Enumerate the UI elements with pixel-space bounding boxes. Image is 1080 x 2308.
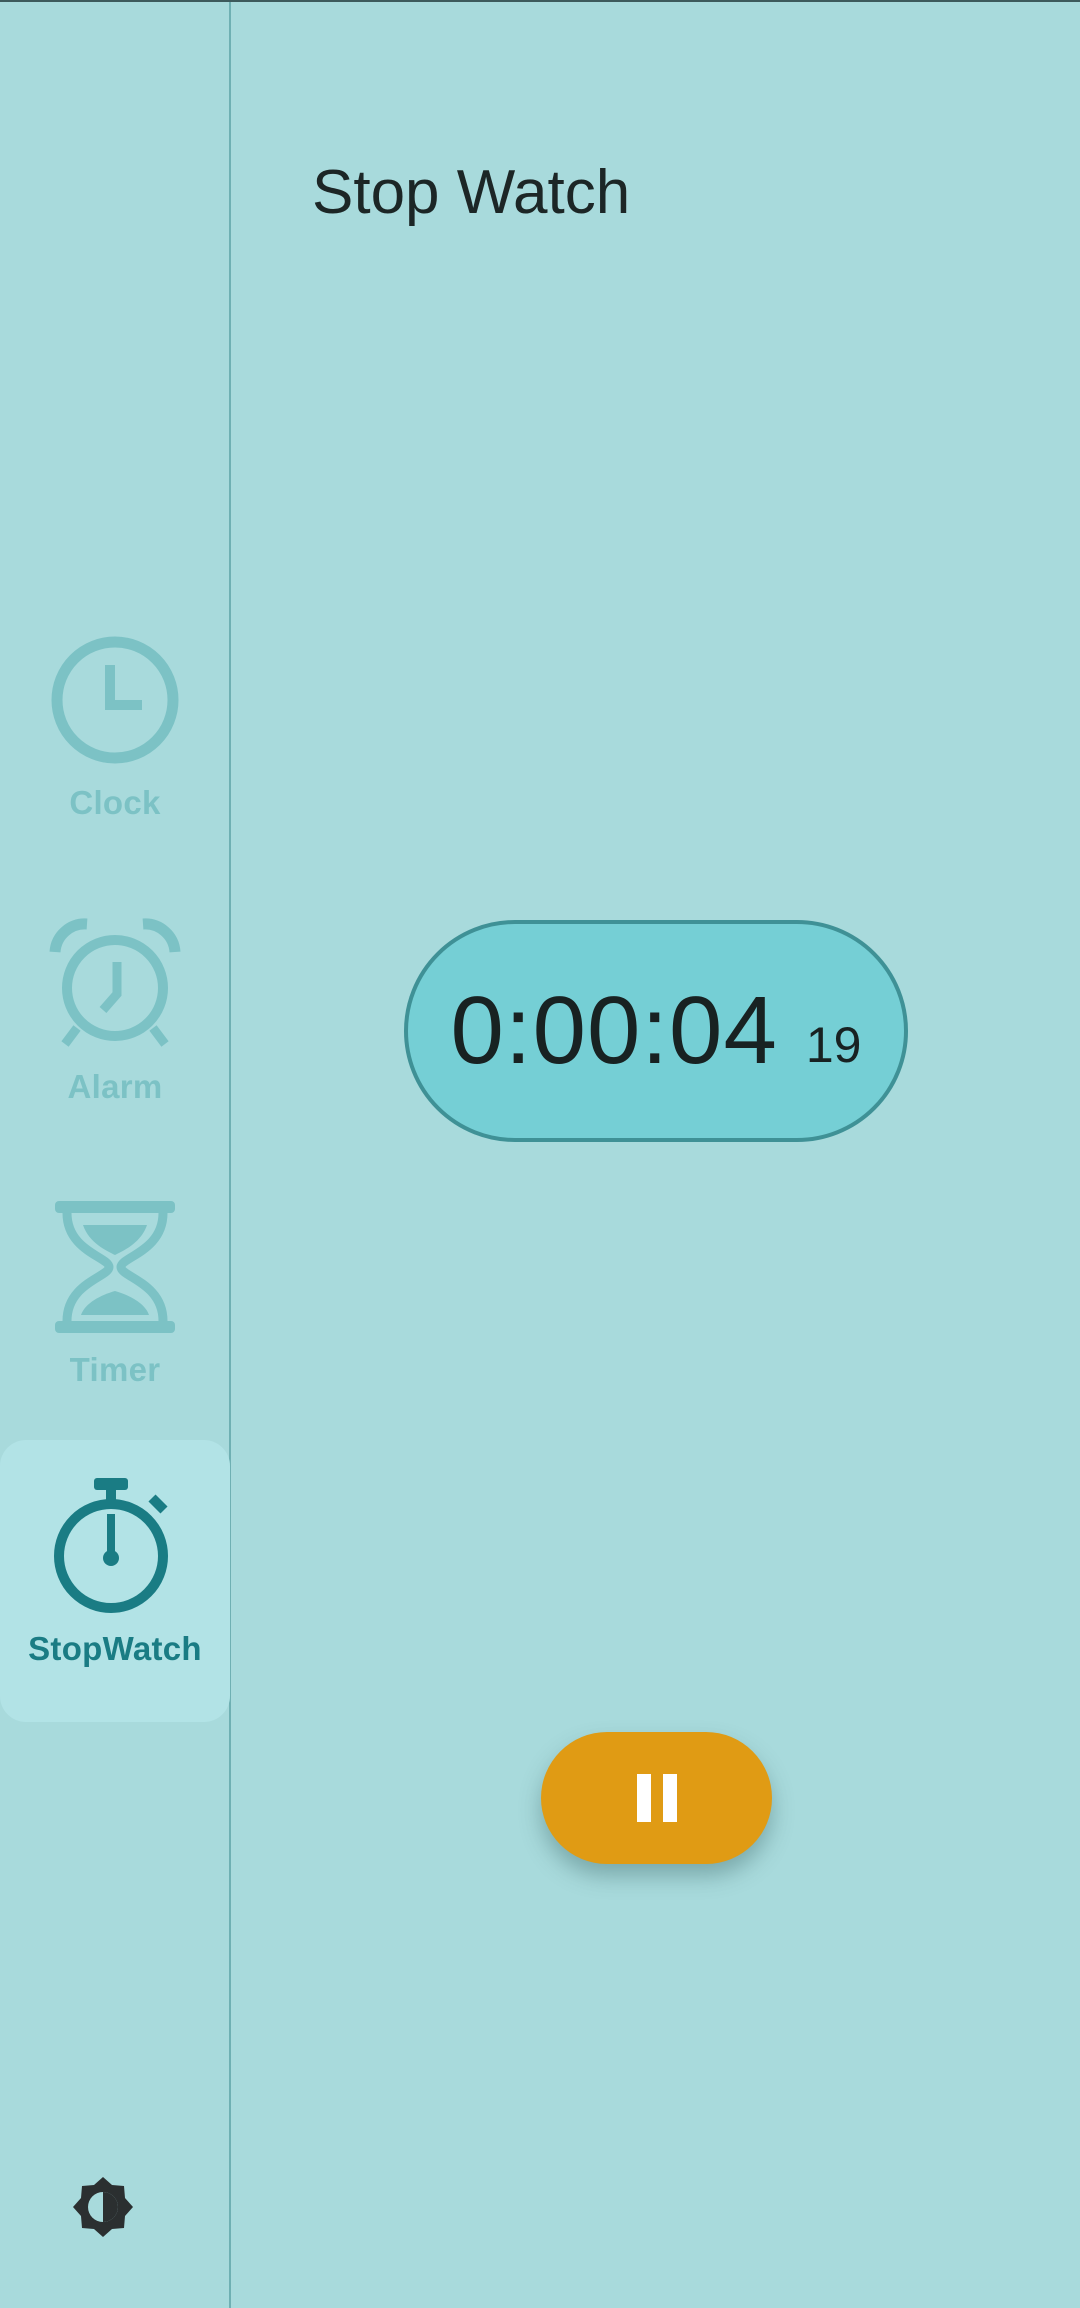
app-window: Clock Alarm Timer StopWatch Stop Watch 0…	[0, 0, 1080, 2308]
nav-item-clock[interactable]: Clock	[0, 570, 230, 852]
alarm-icon	[45, 914, 185, 1054]
nav-item-stopwatch[interactable]: StopWatch	[0, 1440, 230, 1722]
nav-label-alarm: Alarm	[67, 1068, 163, 1105]
hourglass-icon	[45, 1197, 185, 1337]
elapsed-time: 0:00:04	[450, 977, 778, 1084]
page-title: Stop Watch	[312, 158, 631, 227]
navigation-rail: Clock Alarm Timer StopWatch	[0, 2, 231, 2308]
nav-item-alarm[interactable]: Alarm	[0, 854, 230, 1136]
nav-label-clock: Clock	[69, 784, 161, 821]
nav-item-timer[interactable]: Timer	[0, 1137, 230, 1419]
elapsed-centiseconds: 19	[805, 1017, 862, 1073]
pause-icon	[636, 1774, 677, 1822]
stopwatch-display: 0:00:04 19	[404, 920, 908, 1142]
nav-label-timer: Timer	[69, 1351, 161, 1388]
nav-label-stopwatch: StopWatch	[28, 1630, 202, 1667]
brightness-icon	[73, 2177, 133, 2237]
stopwatch-icon	[45, 1476, 185, 1616]
pause-button[interactable]	[541, 1732, 772, 1864]
clock-icon	[45, 630, 185, 770]
theme-toggle-button[interactable]	[70, 2174, 136, 2240]
